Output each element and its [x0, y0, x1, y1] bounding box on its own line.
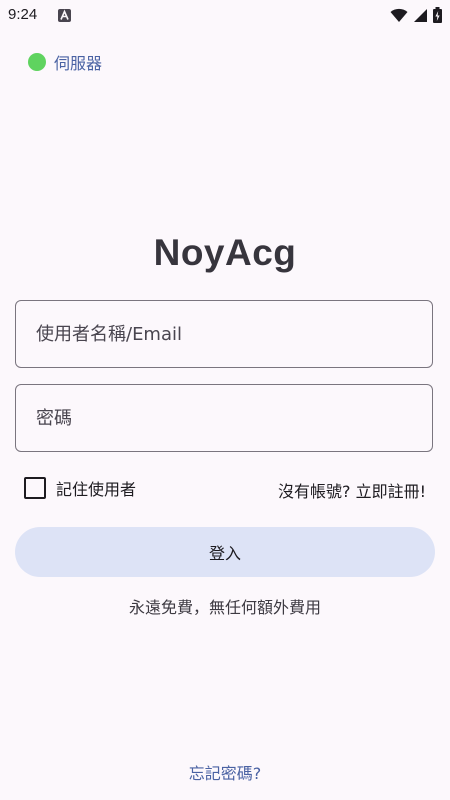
login-screen: 9:24 伺服器 NoyAcg 記住使用	[0, 0, 450, 800]
password-field[interactable]	[15, 384, 433, 452]
server-status-dot	[28, 53, 46, 71]
password-input[interactable]	[16, 385, 432, 451]
login-button[interactable]: 登入	[15, 527, 435, 577]
status-icons	[390, 6, 442, 24]
register-link[interactable]: 沒有帳號? 立即註冊!	[278, 478, 426, 502]
server-label: 伺服器	[54, 54, 103, 73]
android-a-icon	[58, 9, 71, 22]
username-input[interactable]	[16, 301, 432, 367]
remember-user-label: 記住使用者	[56, 480, 137, 499]
status-time: 9:24	[8, 6, 38, 23]
remember-user-checkbox[interactable]	[24, 477, 46, 499]
status-bar: 9:24	[0, 0, 450, 32]
remember-user-row[interactable]: 記住使用者	[24, 476, 136, 500]
cell-signal-icon	[414, 8, 427, 22]
username-field[interactable]	[15, 300, 433, 368]
wifi-icon	[390, 8, 408, 22]
app-title: NoyAcg	[153, 232, 297, 273]
server-selector[interactable]: 伺服器	[28, 50, 102, 74]
forgot-password-link[interactable]: 忘記密碼?	[0, 760, 450, 784]
battery-charging-icon	[433, 7, 442, 23]
free-note: 永遠免費，無任何額外費用	[128, 598, 321, 617]
